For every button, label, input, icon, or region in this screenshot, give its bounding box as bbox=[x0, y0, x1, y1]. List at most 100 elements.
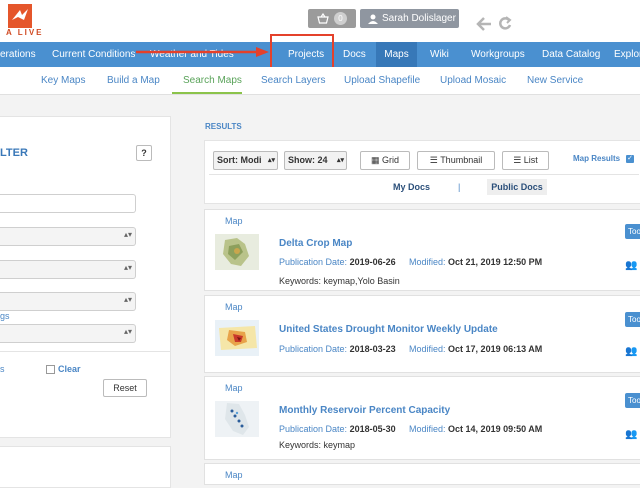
result-card[interactable]: Map Delta Crop Map Publication Date: 201… bbox=[204, 209, 640, 291]
reset-button[interactable]: Reset bbox=[103, 379, 147, 397]
show-label: Show: 24 bbox=[288, 155, 328, 165]
bird-logo-icon bbox=[12, 9, 28, 20]
select-arrows-icon: ▴▾ bbox=[123, 230, 132, 239]
logo[interactable] bbox=[8, 4, 32, 28]
map-results-label: Map Results bbox=[573, 154, 621, 163]
sort-select[interactable]: Sort: Modi ▴▾ bbox=[213, 151, 278, 170]
results-heading: RESULTS bbox=[205, 122, 242, 131]
annotation-arrow-icon bbox=[136, 47, 269, 57]
nav-item-wiki[interactable]: Wiki bbox=[430, 42, 449, 67]
result-card[interactable]: Map bbox=[204, 463, 640, 485]
publication-date: Publication Date: 2019-06-26 bbox=[279, 257, 396, 267]
thumbnail-list-icon: ☰ bbox=[429, 155, 441, 165]
user-icon bbox=[368, 14, 378, 24]
group-icon[interactable]: 👥 bbox=[625, 346, 637, 357]
select-arrows-icon: ▴▾ bbox=[336, 157, 344, 164]
tools-button[interactable]: Too bbox=[625, 224, 640, 239]
modified-date: Modified: Oct 14, 2019 09:50 AM bbox=[409, 424, 542, 434]
filter-select-3[interactable]: ▴▾ bbox=[0, 292, 136, 311]
filter-select-4[interactable]: ▴▾ bbox=[0, 324, 136, 343]
tools-button[interactable]: Too bbox=[625, 393, 640, 408]
basket-icon bbox=[317, 13, 329, 24]
nav-item-explore[interactable]: Explor bbox=[614, 42, 640, 67]
grid-icon: ▦ bbox=[370, 155, 382, 165]
pub-date-value: 2018-05-30 bbox=[349, 424, 396, 434]
result-type: Map bbox=[225, 216, 243, 226]
subnav-new-service[interactable]: New Service bbox=[527, 75, 583, 86]
select-arrows-icon: ▴▾ bbox=[123, 327, 132, 336]
map-results-checkbox[interactable]: ✓ bbox=[626, 155, 634, 163]
thumbnail-view-button[interactable]: ☰ Thumbnail bbox=[417, 151, 495, 170]
nav-item-operations[interactable]: erations bbox=[0, 42, 36, 67]
filter-link[interactable]: gs bbox=[0, 311, 10, 321]
clear-checkbox[interactable] bbox=[46, 365, 55, 374]
nav-item-data-catalog[interactable]: Data Catalog bbox=[542, 42, 600, 67]
subnav-upload-mosaic[interactable]: Upload Mosaic bbox=[440, 75, 506, 86]
pub-date-label: Publication Date: bbox=[279, 424, 348, 434]
subnav-key-maps[interactable]: Key Maps bbox=[41, 75, 85, 86]
pub-date-value: 2018-03-23 bbox=[349, 344, 396, 354]
modified-date: Modified: Oct 21, 2019 12:50 PM bbox=[409, 257, 542, 267]
keywords-label: Keywords: bbox=[279, 440, 322, 450]
result-type: Map bbox=[225, 302, 243, 312]
pub-date-label: Publication Date: bbox=[279, 344, 348, 354]
keywords: Keywords: keymap,Yolo Basin bbox=[279, 276, 400, 286]
modified-value: Oct 14, 2019 09:50 AM bbox=[448, 424, 543, 434]
nav-item-current-conditions[interactable]: Current Conditions bbox=[52, 42, 135, 67]
subnav-search-maps[interactable]: Search Maps bbox=[183, 75, 242, 86]
map-thumbnail[interactable] bbox=[215, 320, 259, 356]
result-title[interactable]: United States Drought Monitor Weekly Upd… bbox=[279, 324, 498, 335]
result-title[interactable]: Delta Crop Map bbox=[279, 238, 352, 249]
cart-button[interactable]: 0 bbox=[308, 9, 356, 28]
help-button[interactable]: ? bbox=[136, 145, 152, 161]
modified-label: Modified: bbox=[409, 344, 446, 354]
pub-date-label: Publication Date: bbox=[279, 257, 348, 267]
grid-label: Grid bbox=[382, 155, 400, 165]
nav-item-workgroups[interactable]: Workgroups bbox=[471, 42, 525, 67]
show-select[interactable]: Show: 24 ▴▾ bbox=[284, 151, 347, 170]
nav-item-maps[interactable]: Maps bbox=[376, 42, 417, 67]
keywords: Keywords: keymap bbox=[279, 440, 355, 450]
keyword-input[interactable] bbox=[0, 194, 136, 213]
map-thumbnail[interactable] bbox=[215, 401, 259, 437]
result-card[interactable]: Map Monthly Reservoir Percent Capacity P… bbox=[204, 376, 640, 460]
modified-label: Modified: bbox=[409, 257, 446, 267]
result-card[interactable]: Map United States Drought Monitor Weekly… bbox=[204, 295, 640, 373]
logo-text: A LIVE bbox=[6, 28, 44, 37]
filter-link-2[interactable]: s bbox=[0, 364, 5, 374]
result-type: Map bbox=[225, 470, 243, 480]
publication-date: Publication Date: 2018-03-23 bbox=[279, 344, 396, 354]
subnav-build-a-map[interactable]: Build a Map bbox=[107, 75, 160, 86]
select-arrows-icon: ▴▾ bbox=[123, 295, 132, 304]
arrow-left-icon[interactable] bbox=[476, 17, 492, 31]
group-icon[interactable]: 👥 bbox=[625, 429, 637, 440]
clear-label[interactable]: Clear bbox=[58, 364, 81, 374]
group-icon[interactable]: 👥 bbox=[625, 260, 637, 271]
subnav-search-layers[interactable]: Search Layers bbox=[261, 75, 325, 86]
sub-nav: Key Maps Build a Map Search Maps Search … bbox=[0, 67, 640, 95]
grid-view-button[interactable]: ▦ Grid bbox=[360, 151, 410, 170]
modified-value: Oct 17, 2019 06:13 AM bbox=[448, 344, 543, 354]
map-thumbnail[interactable] bbox=[215, 234, 259, 270]
list-view-button[interactable]: ☰ List bbox=[502, 151, 549, 170]
tools-button[interactable]: Too bbox=[625, 312, 640, 327]
subnav-upload-shapefile[interactable]: Upload Shapefile bbox=[344, 75, 420, 86]
results-controls-panel: Sort: Modi ▴▾ Show: 24 ▴▾ ▦ Grid ☰ Thumbna… bbox=[204, 140, 640, 204]
publication-date: Publication Date: 2018-05-30 bbox=[279, 424, 396, 434]
tab-separator: | bbox=[458, 182, 461, 192]
subnav-active-underline bbox=[172, 92, 242, 94]
tab-public-docs[interactable]: Public Docs bbox=[487, 179, 547, 195]
refresh-icon[interactable] bbox=[498, 16, 512, 30]
filter-select-2[interactable]: ▴▾ bbox=[0, 260, 136, 279]
user-menu-button[interactable]: Sarah Dolislager bbox=[360, 9, 459, 28]
thumbnail-label: Thumbnail bbox=[440, 155, 483, 165]
filter-select-1[interactable]: ▴▾ bbox=[0, 227, 136, 246]
nav-item-docs[interactable]: Docs bbox=[343, 42, 366, 67]
sort-label: Sort: Modi bbox=[217, 155, 262, 165]
select-arrows-icon: ▴▾ bbox=[123, 263, 132, 272]
tab-my-docs[interactable]: My Docs bbox=[393, 182, 430, 192]
user-name: Sarah Dolislager bbox=[382, 13, 456, 24]
list-icon: ☰ bbox=[513, 155, 524, 165]
divider bbox=[0, 351, 170, 352]
result-title[interactable]: Monthly Reservoir Percent Capacity bbox=[279, 405, 450, 416]
